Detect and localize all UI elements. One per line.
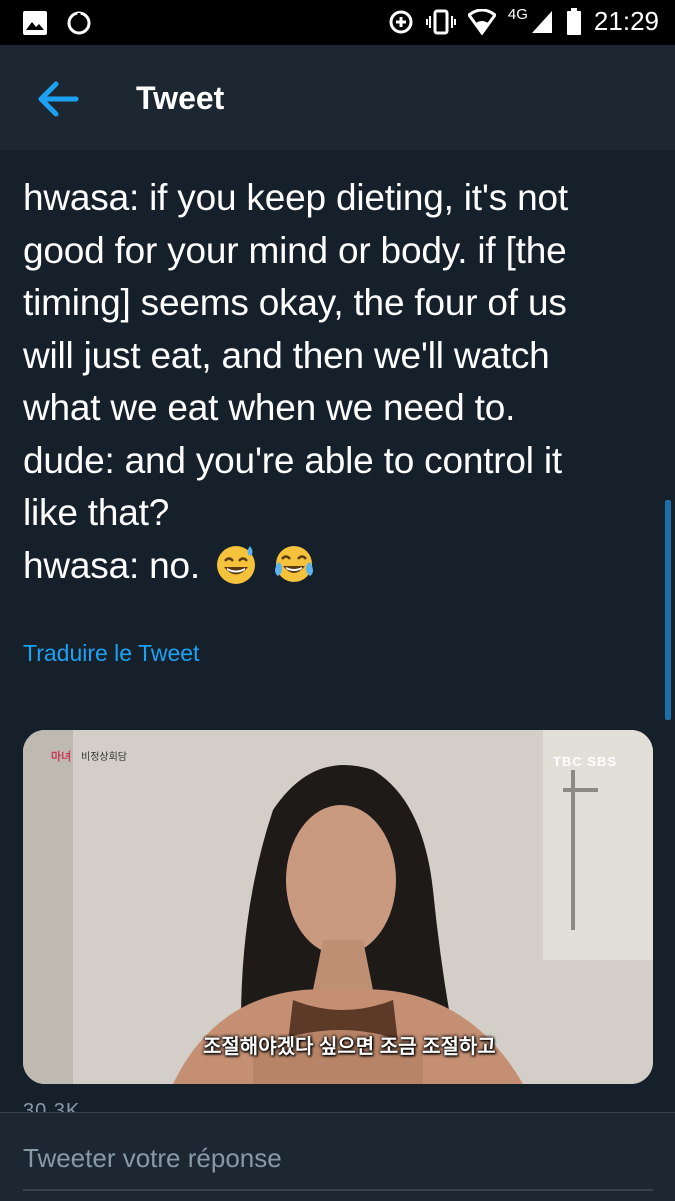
reply-bar: Tweeter votre réponse: [0, 1112, 675, 1201]
tweet-media-video[interactable]: 마녀 비정상회담 TBC SBS 조절해야겠다 싶으면 조금 조절하고: [23, 730, 653, 1084]
tweet-line: dude: and you're able to control it: [23, 439, 562, 481]
tweet-line: like that?: [23, 492, 170, 533]
grinning-sweat-emoji: [217, 545, 256, 584]
video-subtitle: 조절해야겠다 싶으면 조금 조절하고: [203, 1036, 496, 1058]
channel-logo-left-sub: 비정상회담: [81, 752, 127, 763]
reply-input[interactable]: Tweeter votre réponse: [23, 1143, 282, 1174]
translate-tweet-link[interactable]: Traduire le Tweet: [23, 640, 199, 667]
vibrate-icon: [425, 9, 456, 34]
data-saver-icon: [389, 10, 413, 33]
tweet-line: what we eat when we need to.: [23, 387, 516, 428]
tweet-line-last: hwasa: no.: [23, 540, 653, 593]
back-button[interactable]: [32, 73, 84, 125]
tweet-line: will just eat, and then we'll watch: [23, 334, 550, 376]
clock: 21:29: [593, 6, 659, 36]
scrollbar[interactable]: [665, 500, 671, 720]
app-bar: Tweet: [0, 45, 675, 150]
signal-icon: [531, 10, 552, 33]
tears-of-joy-emoji: [275, 545, 314, 582]
wifi-icon: [467, 8, 496, 35]
arrow-left-icon: [38, 81, 79, 117]
page-title: Tweet: [136, 80, 225, 116]
tweet-line: good for your mind or body. if [the: [23, 229, 567, 271]
tweet-line: timing] seems okay, the four of us: [23, 282, 567, 323]
tweet-line: hwasa: if you keep dieting, it's not: [23, 177, 568, 218]
channel-logo-left: 마녀: [51, 751, 72, 763]
reply-underline: [23, 1189, 653, 1191]
tweet-text: hwasa: if you keep dieting, it's not goo…: [23, 172, 653, 592]
tweet-line: hwasa: no.: [23, 544, 200, 586]
network-type: 4G: [507, 6, 528, 23]
status-bar: 4G 21:29: [0, 0, 675, 45]
circle-notification-icon: [67, 11, 91, 35]
channel-logo-right: TBC SBS: [552, 754, 617, 769]
image-icon: [23, 11, 47, 35]
battery-icon: [566, 7, 581, 35]
